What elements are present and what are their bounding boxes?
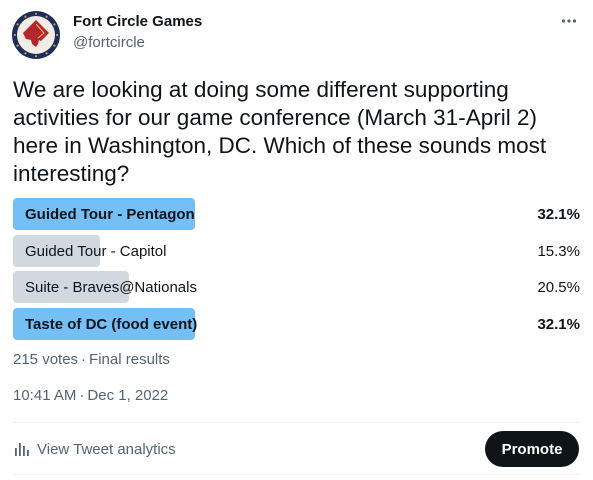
poll-summary: 215 votes · Final results bbox=[13, 351, 170, 368]
dc-map-seal-icon bbox=[12, 11, 60, 59]
poll: Guided Tour - Pentagon 32.1% Guided Tour… bbox=[13, 198, 580, 344]
more-dots-icon bbox=[561, 19, 577, 23]
vote-count: 215 votes bbox=[13, 351, 79, 368]
poll-option-percent: 20.5% bbox=[537, 279, 580, 296]
poll-status: Final results bbox=[89, 351, 170, 368]
bar-chart-icon bbox=[13, 440, 31, 458]
divider bbox=[13, 474, 580, 475]
promote-button[interactable]: Promote bbox=[485, 431, 579, 467]
view-analytics-link[interactable]: View Tweet analytics bbox=[13, 440, 176, 458]
poll-option-label: Guided Tour - Pentagon bbox=[25, 206, 195, 223]
tweet-timestamp[interactable]: 10:41 AM · Dec 1, 2022 bbox=[13, 387, 168, 404]
poll-option: Guided Tour - Capitol 15.3% bbox=[13, 234, 580, 267]
poll-option: Suite - Braves@Nationals 20.5% bbox=[13, 271, 580, 303]
more-options-button[interactable] bbox=[558, 10, 580, 32]
account-handle[interactable]: @fortcircle bbox=[73, 34, 145, 51]
tweet-date: Dec 1, 2022 bbox=[87, 387, 169, 404]
poll-option: Taste of DC (food event) 32.1% bbox=[13, 307, 580, 340]
account-name[interactable]: Fort Circle Games bbox=[73, 13, 202, 30]
poll-option-percent: 32.1% bbox=[537, 206, 580, 223]
tweet-text: We are looking at doing some different s… bbox=[13, 77, 547, 186]
poll-option-percent: 32.1% bbox=[537, 315, 580, 333]
avatar[interactable] bbox=[12, 11, 60, 59]
poll-option-label: Taste of DC (food event) bbox=[25, 315, 198, 333]
poll-option: Guided Tour - Pentagon 32.1% bbox=[13, 198, 580, 230]
view-analytics-label: View Tweet analytics bbox=[37, 440, 176, 458]
poll-option-label: Suite - Braves@Nationals bbox=[25, 279, 197, 296]
divider bbox=[13, 422, 580, 423]
tweet-time: 10:41 AM bbox=[13, 387, 77, 404]
poll-option-label: Guided Tour - Capitol bbox=[25, 242, 167, 260]
poll-option-percent: 15.3% bbox=[537, 242, 580, 260]
